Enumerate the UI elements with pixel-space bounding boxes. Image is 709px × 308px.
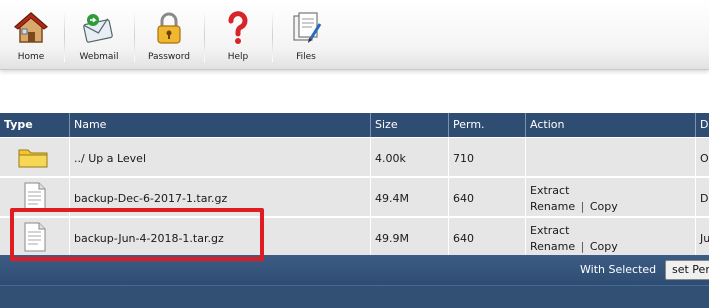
file-date: D — [700, 192, 709, 205]
action-links: Rename | Copy — [530, 200, 618, 213]
file-date: Ju — [700, 232, 709, 245]
table-row[interactable]: backup-Dec-6-2017-1.tar.gz 49.4M 640 Ext… — [0, 178, 709, 217]
column-header-name[interactable]: Name — [70, 113, 371, 137]
extract-link[interactable]: Extract — [530, 224, 569, 237]
size-cell: 49.9M — [371, 218, 449, 257]
file-date: O — [700, 152, 709, 165]
column-header-action[interactable]: Action — [526, 113, 696, 137]
type-cell — [0, 178, 70, 217]
folder-icon — [18, 149, 48, 168]
type-cell — [0, 218, 70, 257]
table-row[interactable]: backup-Jun-4-2018-1.tar.gz 49.9M 640 Ext… — [0, 218, 709, 257]
perm-cell: 640 — [449, 178, 526, 217]
copy-link[interactable]: Copy — [590, 240, 618, 253]
file-size: 49.9M — [375, 232, 409, 245]
toolbar-separator — [64, 10, 65, 62]
date-cell: O — [696, 138, 709, 177]
column-header-type[interactable]: Type — [0, 113, 70, 137]
rename-link[interactable]: Rename — [530, 200, 575, 213]
file-size: 49.4M — [375, 192, 409, 205]
table-row[interactable]: ../ Up a Level 4.00k 710 O — [0, 138, 709, 177]
toolbar-separator — [134, 10, 135, 62]
file-name[interactable]: backup-Dec-6-2017-1.tar.gz — [74, 192, 227, 205]
toolbar-home-label: Home — [17, 52, 45, 62]
toolbar-webmail-label: Webmail — [79, 52, 119, 62]
set-permissions-button[interactable]: set Per — [665, 260, 709, 280]
copy-link[interactable]: Copy — [590, 200, 618, 213]
action-cell: Extract Rename | Copy — [526, 178, 696, 217]
archive-file-icon — [24, 182, 46, 212]
question-mark-icon — [228, 11, 248, 44]
name-cell[interactable]: ../ Up a Level — [70, 138, 371, 177]
toolbar-files-label: Files — [296, 52, 316, 62]
footer-bar — [0, 285, 709, 308]
perm-cell: 640 — [449, 218, 526, 257]
name-cell[interactable]: backup-Dec-6-2017-1.tar.gz — [70, 178, 371, 217]
action-cell — [526, 138, 696, 177]
file-name[interactable]: ../ Up a Level — [74, 152, 146, 165]
toolbar-separator — [204, 10, 205, 62]
table-footer: With Selected set Per — [0, 255, 709, 308]
toolbar-home-button[interactable]: Home — [5, 0, 57, 70]
toolbar-password-button[interactable]: Password — [140, 0, 198, 70]
size-cell: 4.00k — [371, 138, 449, 177]
action-links: Rename | Copy — [530, 240, 618, 253]
footer-action-bar: With Selected set Per — [0, 255, 709, 285]
date-cell: D — [696, 178, 709, 217]
perm-cell: 710 — [449, 138, 526, 177]
extract-link[interactable]: Extract — [530, 184, 569, 197]
toolbar-files-button[interactable]: Files — [280, 0, 332, 70]
name-cell[interactable]: backup-Jun-4-2018-1.tar.gz — [70, 218, 371, 257]
action-cell: Extract Rename | Copy — [526, 218, 696, 257]
date-cell: Ju — [696, 218, 709, 257]
toolbar: Home Webmail Password Help Files — [0, 0, 709, 70]
type-cell — [0, 138, 70, 177]
toolbar-help-button[interactable]: Help — [212, 0, 264, 70]
webmail-icon — [83, 14, 113, 43]
column-header-size[interactable]: Size — [371, 113, 449, 137]
home-icon — [13, 12, 49, 43]
archive-file-icon — [24, 222, 46, 252]
toolbar-separator — [272, 10, 273, 62]
table-header: Type Name Size Perm. Action D — [0, 113, 709, 137]
action-separator: | — [577, 200, 588, 213]
column-header-date[interactable]: D — [696, 113, 709, 137]
file-size: 4.00k — [375, 152, 406, 165]
toolbar-webmail-button[interactable]: Webmail — [70, 0, 128, 70]
action-separator: | — [577, 240, 588, 253]
toolbar-help-label: Help — [227, 52, 249, 62]
file-perm: 640 — [453, 192, 474, 205]
file-perm: 710 — [453, 152, 474, 165]
rename-link[interactable]: Rename — [530, 240, 575, 253]
padlock-icon — [157, 12, 181, 44]
file-perm: 640 — [453, 232, 474, 245]
size-cell: 49.4M — [371, 178, 449, 217]
files-icon — [293, 12, 322, 43]
file-name[interactable]: backup-Jun-4-2018-1.tar.gz — [74, 232, 224, 245]
toolbar-password-label: Password — [147, 52, 191, 62]
with-selected-label: With Selected — [580, 263, 657, 276]
column-header-perm[interactable]: Perm. — [449, 113, 526, 137]
